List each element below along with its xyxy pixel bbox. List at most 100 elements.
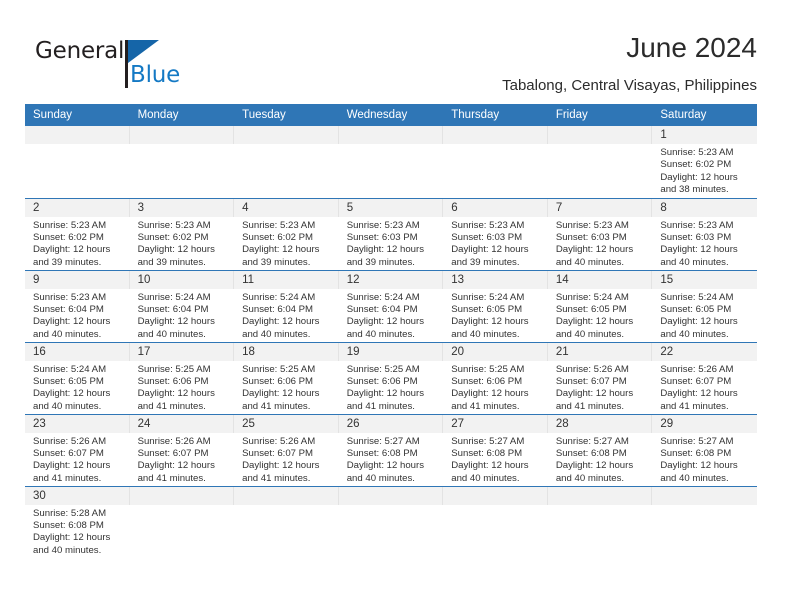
day-sun-info-line: Sunrise: 5:26 AM (137, 435, 211, 447)
calendar-day-cell[interactable]: 15 Sunrise: 5:24 AM Sunset: 6:05 PM Dayligh… (652, 269, 757, 342)
day-number: 4 (234, 198, 339, 217)
day-number: 9 (25, 270, 130, 289)
logo-secondary-text: Blue (130, 62, 181, 88)
calendar-week-row: 16 Sunrise: 5:24 AM Sunset: 6:05 PM Dayligh… (25, 341, 757, 414)
calendar-day-cell[interactable]: 14 Sunrise: 5:24 AM Sunset: 6:05 PM Dayligh… (547, 269, 653, 342)
day-sun-info-line: and 40 minutes. (555, 472, 625, 484)
day-number: 3 (129, 198, 235, 217)
calendar-day-cell[interactable]: 27 Sunrise: 5:27 AM Sunset: 6:08 PM Dayligh… (443, 413, 548, 486)
calendar-day-cell[interactable]: 22 Sunrise: 5:26 AM Sunset: 6:07 PM Dayligh… (652, 341, 757, 414)
calendar-day-cell-empty (443, 485, 548, 558)
day-sun-info: Sunrise: 5:23 AM Sunset: 6:02 PM Daylight:… (234, 217, 339, 270)
day-sun-info (548, 505, 653, 508)
weekday-header-friday: Friday (547, 104, 653, 126)
day-sun-info-line: and 41 minutes. (242, 472, 311, 484)
calendar-day-cell[interactable]: 3 Sunrise: 5:23 AM Sunset: 6:02 PM Daylight… (129, 197, 235, 270)
day-sun-info: Sunrise: 5:26 AM Sunset: 6:07 PM Daylight:… (130, 433, 235, 486)
day-sun-info-line: Sunrise: 5:23 AM (660, 147, 734, 158)
day-sun-info-line: Sunset: 6:06 PM (242, 375, 314, 387)
day-sun-info: Sunrise: 5:27 AM Sunset: 6:08 PM Daylight:… (548, 433, 653, 486)
day-number (443, 486, 548, 505)
day-sun-info-line: and 40 minutes. (33, 544, 102, 556)
day-sun-info (443, 505, 548, 508)
day-sun-info-line: Daylight: 12 hours (451, 388, 529, 400)
calendar-day-cell[interactable]: 5 Sunrise: 5:23 AM Sunset: 6:03 PM Daylight… (338, 197, 444, 270)
day-sun-info-line: and 40 minutes. (33, 328, 102, 340)
calendar-day-cell[interactable]: 1 Sunrise: 5:23 AM Sunset: 6:02 PM Daylight… (652, 126, 757, 198)
day-sun-info-line: Daylight: 12 hours (137, 388, 215, 400)
calendar-day-cell[interactable]: 26 Sunrise: 5:27 AM Sunset: 6:08 PM Dayligh… (338, 413, 444, 486)
day-sun-info-line: and 38 minutes. (660, 184, 729, 196)
day-number: 16 (25, 342, 130, 361)
day-number: 1 (652, 126, 757, 144)
day-number: 28 (547, 414, 653, 433)
day-sun-info-line: Daylight: 12 hours (33, 244, 111, 256)
calendar-day-cell[interactable]: 13 Sunrise: 5:24 AM Sunset: 6:05 PM Dayligh… (443, 269, 548, 342)
day-sun-info-line: and 39 minutes. (346, 256, 415, 268)
weekday-header-wednesday: Wednesday (338, 104, 444, 126)
weekday-header-thursday: Thursday (443, 104, 548, 126)
calendar-day-cell[interactable]: 16 Sunrise: 5:24 AM Sunset: 6:05 PM Dayligh… (25, 341, 130, 414)
calendar-day-cell[interactable]: 21 Sunrise: 5:26 AM Sunset: 6:07 PM Dayligh… (547, 341, 653, 414)
calendar-day-cell[interactable]: 29 Sunrise: 5:27 AM Sunset: 6:08 PM Dayligh… (652, 413, 757, 486)
day-sun-info-line: and 41 minutes. (451, 400, 520, 412)
calendar-day-cell[interactable]: 2 Sunrise: 5:23 AM Sunset: 6:02 PM Daylight… (25, 197, 130, 270)
day-number (234, 126, 339, 144)
logo-primary-text: General (35, 38, 125, 64)
calendar-day-cell[interactable]: 19 Sunrise: 5:25 AM Sunset: 6:06 PM Dayligh… (338, 341, 444, 414)
calendar-day-cell[interactable]: 6 Sunrise: 5:23 AM Sunset: 6:03 PM Daylight… (443, 197, 548, 270)
day-sun-info-line: Daylight: 12 hours (660, 244, 738, 256)
day-number: 11 (234, 270, 339, 289)
day-sun-info-line: and 40 minutes. (137, 328, 206, 340)
day-sun-info-line: Sunset: 6:02 PM (242, 231, 314, 243)
day-sun-info-line: and 39 minutes. (242, 256, 311, 268)
day-sun-info-line: Daylight: 12 hours (660, 316, 738, 328)
calendar-day-cell-empty (547, 485, 653, 558)
day-sun-info: Sunrise: 5:23 AM Sunset: 6:02 PM Daylight:… (25, 217, 130, 270)
calendar-day-cell[interactable]: 7 Sunrise: 5:23 AM Sunset: 6:03 PM Daylight… (547, 197, 653, 270)
calendar-day-cell[interactable]: 24 Sunrise: 5:26 AM Sunset: 6:07 PM Dayligh… (129, 413, 235, 486)
day-sun-info (234, 144, 339, 147)
day-number (129, 126, 235, 144)
day-number: 8 (652, 198, 757, 217)
day-sun-info-line: Sunrise: 5:25 AM (242, 363, 316, 375)
calendar-day-cell[interactable]: 4 Sunrise: 5:23 AM Sunset: 6:02 PM Daylight… (234, 197, 339, 270)
calendar-day-cell[interactable]: 11 Sunrise: 5:24 AM Sunset: 6:04 PM Dayligh… (234, 269, 339, 342)
day-sun-info-line: Sunset: 6:02 PM (33, 231, 104, 243)
day-sun-info: Sunrise: 5:28 AM Sunset: 6:08 PM Daylight:… (25, 505, 130, 558)
day-sun-info-line: Daylight: 12 hours (555, 388, 634, 400)
day-sun-info: Sunrise: 5:23 AM Sunset: 6:04 PM Daylight:… (25, 289, 130, 342)
day-sun-info-line: Sunset: 6:06 PM (346, 375, 418, 387)
calendar-day-cell-empty (234, 126, 339, 198)
day-sun-info-line: Sunrise: 5:24 AM (242, 291, 316, 303)
calendar-day-cell[interactable]: 10 Sunrise: 5:24 AM Sunset: 6:04 PM Dayligh… (129, 269, 235, 342)
calendar-day-cell[interactable]: 25 Sunrise: 5:26 AM Sunset: 6:07 PM Dayligh… (234, 413, 339, 486)
day-sun-info (130, 505, 235, 508)
calendar-day-cell[interactable]: 23 Sunrise: 5:26 AM Sunset: 6:07 PM Dayligh… (25, 413, 130, 486)
day-number: 27 (443, 414, 548, 433)
day-sun-info-line: Sunrise: 5:23 AM (555, 219, 629, 231)
day-sun-info-line: Sunrise: 5:23 AM (451, 219, 525, 231)
calendar-day-cell[interactable]: 20 Sunrise: 5:25 AM Sunset: 6:06 PM Dayligh… (443, 341, 548, 414)
day-number: 7 (547, 198, 653, 217)
day-sun-info-line: Sunset: 6:08 PM (33, 519, 104, 531)
day-sun-info-line: Daylight: 12 hours (137, 316, 215, 328)
calendar-day-cell-empty (129, 126, 235, 198)
day-number: 20 (443, 342, 548, 361)
day-number: 26 (338, 414, 444, 433)
day-sun-info-line: Sunrise: 5:23 AM (242, 219, 316, 231)
calendar-day-cell[interactable]: 8 Sunrise: 5:23 AM Sunset: 6:03 PM Daylight… (652, 197, 757, 270)
general-blue-logo[interactable]: General Blue (35, 38, 235, 94)
day-sun-info (652, 505, 757, 508)
calendar-day-cell[interactable]: 9 Sunrise: 5:23 AM Sunset: 6:04 PM Daylight… (25, 269, 130, 342)
day-sun-info-line: and 40 minutes. (555, 328, 625, 340)
page-subtitle: Tabalong, Central Visayas, Philippines (502, 77, 757, 94)
day-number (338, 126, 444, 144)
calendar-day-cell[interactable]: 28 Sunrise: 5:27 AM Sunset: 6:08 PM Dayligh… (547, 413, 653, 486)
day-sun-info (339, 144, 444, 147)
day-sun-info-line: Sunset: 6:04 PM (346, 303, 418, 315)
calendar-day-cell[interactable]: 18 Sunrise: 5:25 AM Sunset: 6:06 PM Dayligh… (234, 341, 339, 414)
calendar-day-cell[interactable]: 30 Sunrise: 5:28 AM Sunset: 6:08 PM Dayligh… (25, 485, 130, 558)
calendar-day-cell[interactable]: 12 Sunrise: 5:24 AM Sunset: 6:04 PM Dayligh… (338, 269, 444, 342)
calendar-day-cell[interactable]: 17 Sunrise: 5:25 AM Sunset: 6:06 PM Dayligh… (129, 341, 235, 414)
